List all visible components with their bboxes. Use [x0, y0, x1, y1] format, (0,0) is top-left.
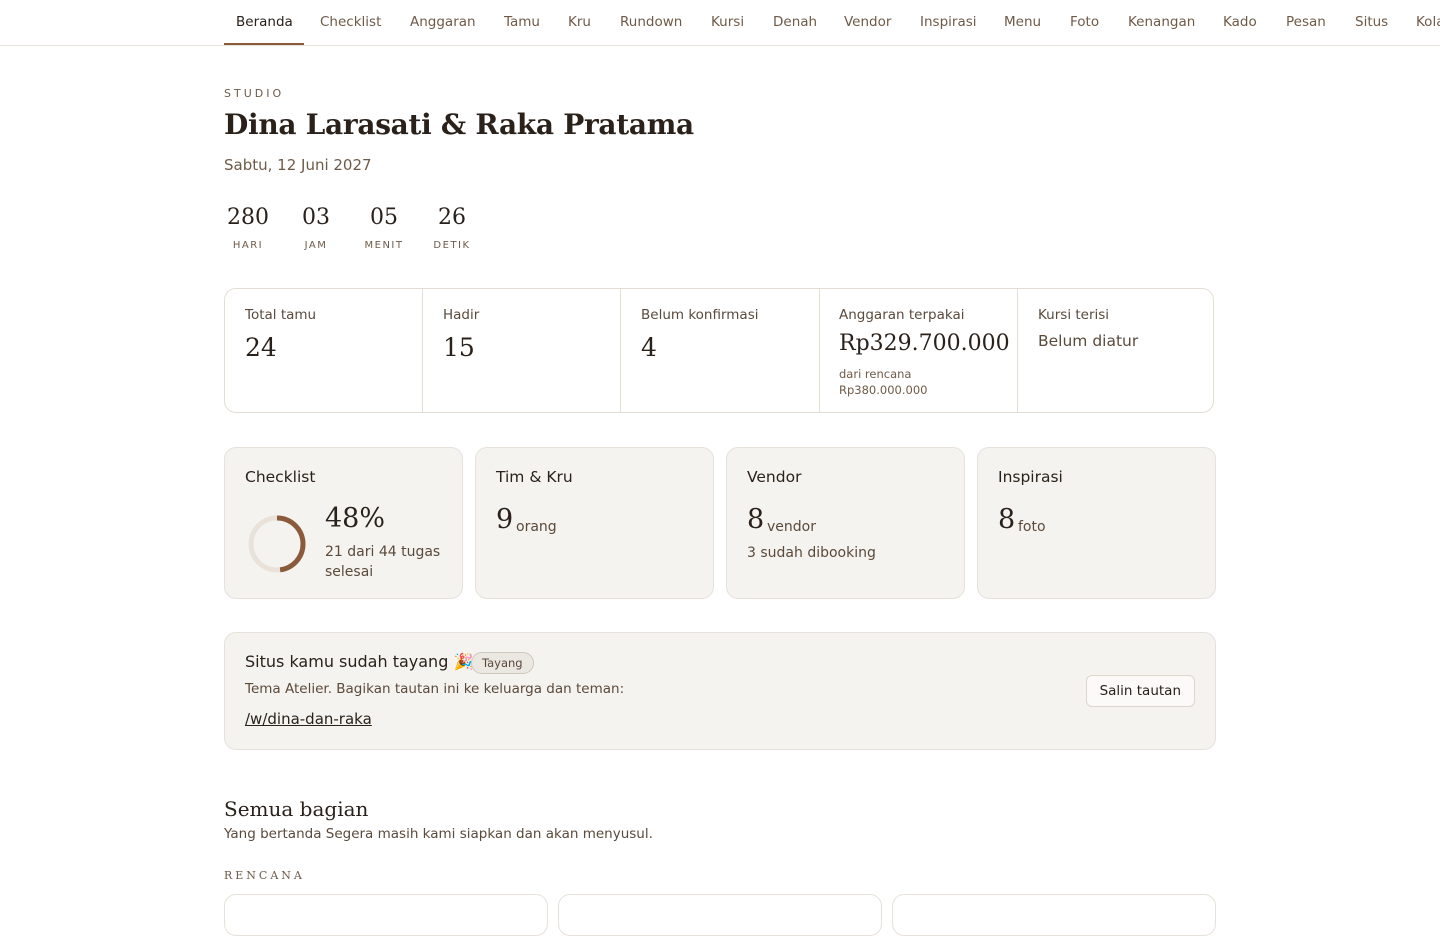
site-live-banner: Situs kamu sudah tayang 🎉 Tayang Tema At… [224, 632, 1216, 750]
stat-divider [422, 289, 423, 412]
countdown-minutes-label: MENIT [364, 240, 404, 251]
inspiration-card[interactable]: Inspirasi 8 foto [977, 447, 1216, 599]
section-group-label: RENCANA [224, 869, 305, 882]
countdown-seconds-label: DETIK [433, 240, 471, 251]
stat-divider [620, 289, 621, 412]
inspiration-count: 8 [998, 504, 1016, 535]
stat-total-guests-label: Total tamu [245, 307, 317, 323]
stat-budget-label: Anggaran terpakai [839, 307, 965, 323]
vendor-card[interactable]: Vendor 8 vendor 3 sudah dibooking [726, 447, 965, 599]
tab-inspirasi[interactable]: Inspirasi [920, 0, 977, 45]
checklist-progress-ring [248, 515, 306, 573]
countdown-hours-label: JAM [304, 240, 328, 251]
tab-kursi[interactable]: Kursi [711, 0, 744, 45]
tab-foto[interactable]: Foto [1070, 0, 1099, 45]
stat-budget-note-line1: dari rencana [839, 367, 912, 381]
tab-checklist[interactable]: Checklist [320, 0, 381, 45]
top-navigation: Beranda Checklist Anggaran Tamu Kru Rund… [0, 0, 1440, 46]
section-title: Semua bagian [224, 797, 369, 821]
tab-situs[interactable]: Situs [1355, 0, 1388, 45]
countdown-days-value: 280 [227, 205, 269, 230]
stat-budget-note-line2: Rp380.000.000 [839, 383, 928, 397]
stat-unconfirmed-value: 4 [641, 333, 657, 362]
tab-kru[interactable]: Kru [568, 0, 591, 45]
site-link[interactable]: /w/dina-dan-raka [245, 710, 372, 728]
section-card[interactable] [224, 894, 548, 936]
copy-link-button[interactable]: Salin tautan [1085, 675, 1195, 707]
countdown-days-label: HARI [232, 240, 264, 251]
stats-strip: Total tamu 24 Hadir 15 Belum konfirmasi … [224, 288, 1214, 413]
section-card[interactable] [558, 894, 882, 936]
team-count: 9 [496, 504, 514, 535]
tab-beranda[interactable]: Beranda [236, 0, 293, 45]
stat-divider [819, 289, 820, 412]
tab-tamu[interactable]: Tamu [504, 0, 540, 45]
tab-kenangan[interactable]: Kenangan [1128, 0, 1195, 45]
tab-kola[interactable]: Kola [1416, 0, 1440, 45]
section-card[interactable] [892, 894, 1216, 936]
checklist-sub-line1: 21 dari 44 tugas [325, 544, 441, 560]
stat-seats-value: Belum diatur [1038, 332, 1139, 350]
checklist-card[interactable]: Checklist 48% 21 dari 44 tugas selesai [224, 447, 463, 599]
tab-rundown[interactable]: Rundown [620, 0, 682, 45]
tab-anggaran[interactable]: Anggaran [410, 0, 476, 45]
tab-kado[interactable]: Kado [1223, 0, 1257, 45]
tab-vendor[interactable]: Vendor [844, 0, 891, 45]
stat-divider [1017, 289, 1018, 412]
page-eyebrow: STUDIO [224, 87, 285, 100]
section-subtitle: Yang bertanda Segera masih kami siapkan … [224, 826, 653, 842]
inspiration-unit: foto [1018, 519, 1046, 535]
site-live-title: Situs kamu sudah tayang 🎉 [245, 652, 474, 671]
tab-denah[interactable]: Denah [773, 0, 817, 45]
vendor-card-title: Vendor [747, 468, 802, 486]
status-badge: Tayang [471, 652, 534, 674]
stat-seats-label: Kursi terisi [1038, 307, 1110, 323]
team-card-title: Tim & Kru [496, 468, 573, 486]
active-tab-indicator [224, 43, 304, 45]
page-title: Dina Larasati & Raka Pratama [224, 108, 694, 141]
checklist-percent: 48% [325, 503, 386, 534]
checklist-sub-line2: selesai [325, 564, 374, 580]
checklist-card-title: Checklist [245, 468, 316, 486]
vendor-unit: vendor [767, 519, 816, 535]
tab-menu[interactable]: Menu [1004, 0, 1041, 45]
stat-unconfirmed-label: Belum konfirmasi [641, 307, 759, 323]
site-description: Tema Atelier. Bagikan tautan ini ke kelu… [245, 681, 625, 697]
wedding-date: Sabtu, 12 Juni 2027 [224, 156, 372, 174]
vendor-count: 8 [747, 504, 765, 535]
stat-attending-label: Hadir [443, 307, 480, 323]
inspiration-card-title: Inspirasi [998, 468, 1063, 486]
countdown-minutes-value: 05 [370, 205, 398, 230]
tab-pesan[interactable]: Pesan [1286, 0, 1326, 45]
team-unit: orang [516, 519, 557, 535]
stat-total-guests-value: 24 [245, 333, 277, 362]
team-card[interactable]: Tim & Kru 9 orang [475, 447, 714, 599]
vendor-booked: 3 sudah dibooking [747, 545, 876, 561]
stat-budget-value: Rp329.700.000 [839, 331, 1010, 356]
countdown-hours-value: 03 [302, 205, 330, 230]
countdown-seconds-value: 26 [438, 205, 466, 230]
stat-attending-value: 15 [443, 333, 475, 362]
